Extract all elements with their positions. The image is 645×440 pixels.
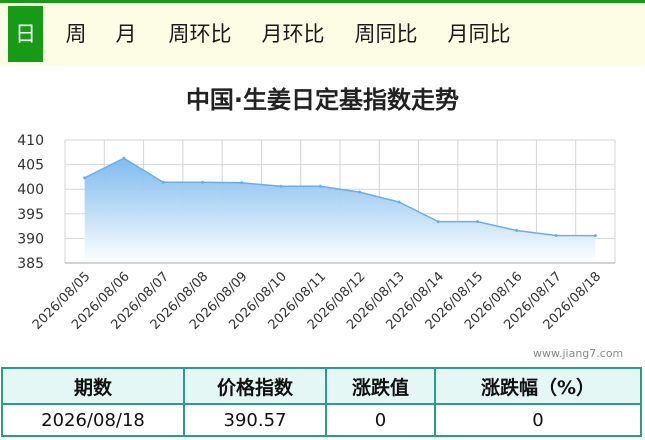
data-point[interactable] [201,180,204,184]
y-tick-label: 385 [17,256,44,272]
y-tick-label: 395 [17,207,44,223]
y-tick-label: 400 [17,182,44,198]
header-period: 期数 [1,367,185,405]
y-tick-label: 405 [17,158,44,174]
data-point[interactable] [358,190,362,194]
tab-week-year-on-year[interactable]: 周同比 [348,6,424,62]
data-point[interactable] [279,184,283,188]
cell-change-value: 0 [325,403,436,437]
period-tab-bar: 日 周 月 周环比 月环比 周同比 月同比 [0,0,645,66]
y-tick-label: 390 [17,231,44,247]
header-change-value: 涨跌值 [325,367,436,405]
cell-price-index: 390.57 [183,403,327,437]
data-point[interactable] [593,234,597,238]
tab-week[interactable]: 周 [60,6,92,62]
table-row: 2026/08/18 390.57 0 0 [1,403,642,437]
data-point[interactable] [83,176,87,180]
page: 日 周 月 周环比 月环比 周同比 月同比 中国·生姜日定基指数走势 385 39… [0,0,645,440]
data-point[interactable] [476,220,479,224]
data-point[interactable] [161,180,165,184]
watermark: www.jiang7.com [533,347,624,360]
tab-week-on-week[interactable]: 周环比 [162,6,238,62]
data-point[interactable] [436,220,440,224]
tab-day[interactable]: 日 [8,6,43,62]
data-point[interactable] [318,184,322,188]
tab-month[interactable]: 月 [110,6,142,62]
data-point[interactable] [122,156,126,160]
tab-month-year-on-year[interactable]: 月同比 [441,6,517,62]
index-area-chart: 3853903954004054102026/08/052026/08/0620… [17,133,616,333]
table-header-row: 期数 价格指数 涨跌值 涨跌幅（%） [1,367,642,405]
header-change-percent: 涨跌幅（%） [434,367,642,405]
data-point[interactable] [240,181,244,185]
chart-title: 中国·生姜日定基指数走势 [185,86,460,114]
data-point[interactable] [515,229,519,233]
cell-period: 2026/08/18 [1,403,185,437]
tab-month-on-month[interactable]: 月环比 [255,6,331,62]
data-point[interactable] [397,200,401,204]
summary-table: 期数 价格指数 涨跌值 涨跌幅（%） 2026/08/18 390.57 0 0 [1,367,642,437]
header-price-index: 价格指数 [183,367,327,405]
data-point[interactable] [554,233,558,237]
y-tick-label: 410 [17,133,44,149]
cell-change-percent: 0 [434,403,642,437]
